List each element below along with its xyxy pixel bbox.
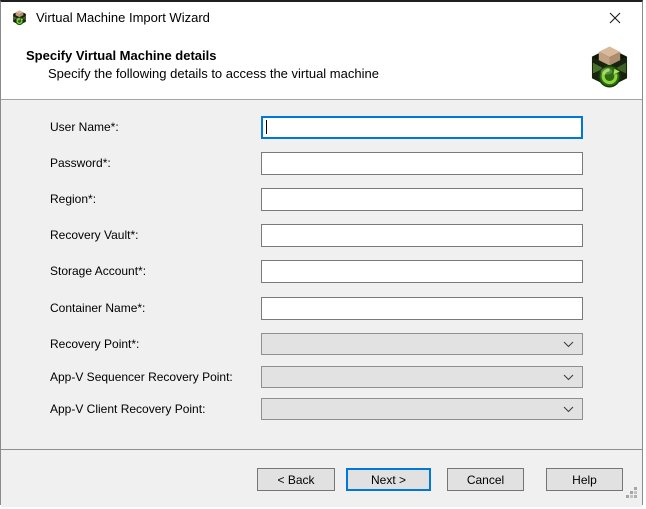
recovery-vault-label: Recovery Vault*:	[50, 228, 138, 242]
close-icon[interactable]	[606, 9, 624, 27]
title-bar[interactable]: Virtual Machine Import Wizard	[1, 2, 642, 32]
recovery-vault-input[interactable]	[261, 224, 583, 247]
chevron-down-icon	[563, 341, 574, 348]
wizard-window: Virtual Machine Import Wizard Specify Vi…	[0, 0, 643, 505]
form-area: User Name*: Password*: Region*: Recovery…	[1, 100, 642, 449]
button-bar: < Back Next > Cancel Help	[1, 449, 642, 507]
back-button[interactable]: < Back	[257, 468, 335, 491]
appv-sequencer-recovery-point-dropdown[interactable]	[261, 366, 583, 388]
appv-sequencer-recovery-point-label: App-V Sequencer Recovery Point:	[50, 370, 233, 384]
package-recovery-icon	[590, 42, 629, 91]
text-caret	[266, 120, 267, 134]
password-input[interactable]	[261, 152, 583, 175]
package-icon	[11, 9, 28, 26]
chevron-down-icon	[563, 374, 574, 381]
user-name-input[interactable]	[261, 116, 583, 139]
container-name-label: Container Name*:	[50, 301, 145, 315]
storage-account-label: Storage Account*:	[50, 264, 146, 278]
storage-account-input[interactable]	[261, 260, 583, 283]
page-title: Specify Virtual Machine details	[26, 48, 217, 63]
resize-grip-icon[interactable]	[624, 485, 639, 500]
container-name-input[interactable]	[261, 297, 583, 320]
help-button[interactable]: Help	[546, 468, 623, 491]
user-name-label: User Name*:	[50, 120, 119, 134]
page-subtitle: Specify the following details to access …	[48, 66, 379, 81]
wizard-header: Specify Virtual Machine details Specify …	[1, 32, 642, 100]
next-button[interactable]: Next >	[346, 468, 431, 491]
region-label: Region*:	[50, 192, 96, 206]
recovery-point-label: Recovery Point*:	[50, 337, 139, 351]
appv-client-recovery-point-label: App-V Client Recovery Point:	[50, 402, 205, 416]
cancel-button[interactable]: Cancel	[447, 468, 524, 491]
appv-client-recovery-point-dropdown[interactable]	[261, 398, 583, 420]
window-title: Virtual Machine Import Wizard	[36, 10, 210, 25]
recovery-point-dropdown[interactable]	[261, 333, 583, 355]
region-input[interactable]	[261, 188, 583, 211]
password-label: Password*:	[50, 156, 111, 170]
chevron-down-icon	[563, 406, 574, 413]
